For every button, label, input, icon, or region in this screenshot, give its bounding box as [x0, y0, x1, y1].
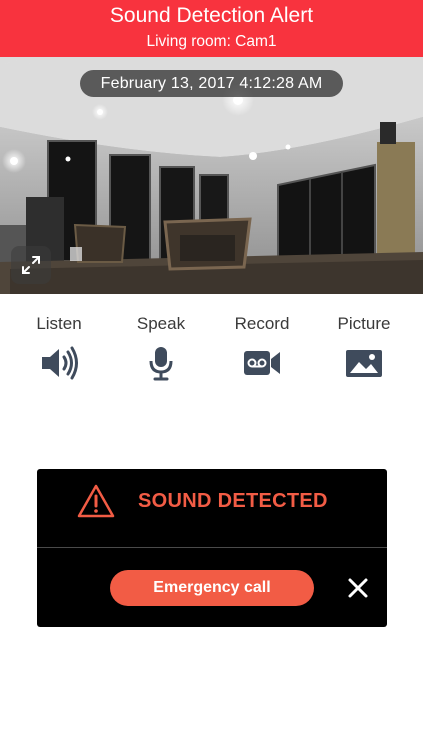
- alert-header: Sound Detection Alert Living room: Cam1: [0, 0, 423, 57]
- expand-icon: [22, 256, 40, 274]
- header-subtitle: Living room: Cam1: [146, 33, 277, 50]
- emergency-call-button[interactable]: Emergency call: [110, 570, 314, 606]
- speak-label: Speak: [136, 314, 186, 333]
- camera-video-feed[interactable]: CAM0001 February 13, 2017 4:12:28 AM: [0, 57, 423, 294]
- alert-title: SOUND DETECTED: [138, 490, 328, 512]
- picture-icon: [346, 350, 382, 377]
- listen-label: Listen: [36, 314, 82, 333]
- speaker-icon: [42, 346, 78, 380]
- video-record-icon: [244, 351, 280, 375]
- picture-button[interactable]: Picture: [324, 313, 404, 381]
- video-timestamp: February 13, 2017 4:12:28 AM: [80, 70, 343, 97]
- camera-id-label: CAM0001: [3, 59, 32, 66]
- listen-button[interactable]: Listen: [19, 313, 99, 381]
- camera-controls: Listen Speak Record Picture: [0, 294, 423, 394]
- close-icon[interactable]: [347, 577, 369, 599]
- record-button[interactable]: Record: [222, 313, 302, 381]
- expand-button[interactable]: [11, 246, 51, 284]
- header-title: Sound Detection Alert: [109, 4, 314, 27]
- warning-icon: [77, 484, 115, 518]
- record-label: Record: [234, 314, 290, 333]
- sound-alert-dialog: SOUND DETECTED Emergency call: [37, 469, 387, 627]
- microphone-icon: [149, 347, 173, 381]
- alert-divider: [37, 547, 387, 548]
- alert-header-row: SOUND DETECTED: [37, 469, 387, 547]
- speak-button[interactable]: Speak: [121, 313, 201, 381]
- picture-label: Picture: [337, 314, 391, 333]
